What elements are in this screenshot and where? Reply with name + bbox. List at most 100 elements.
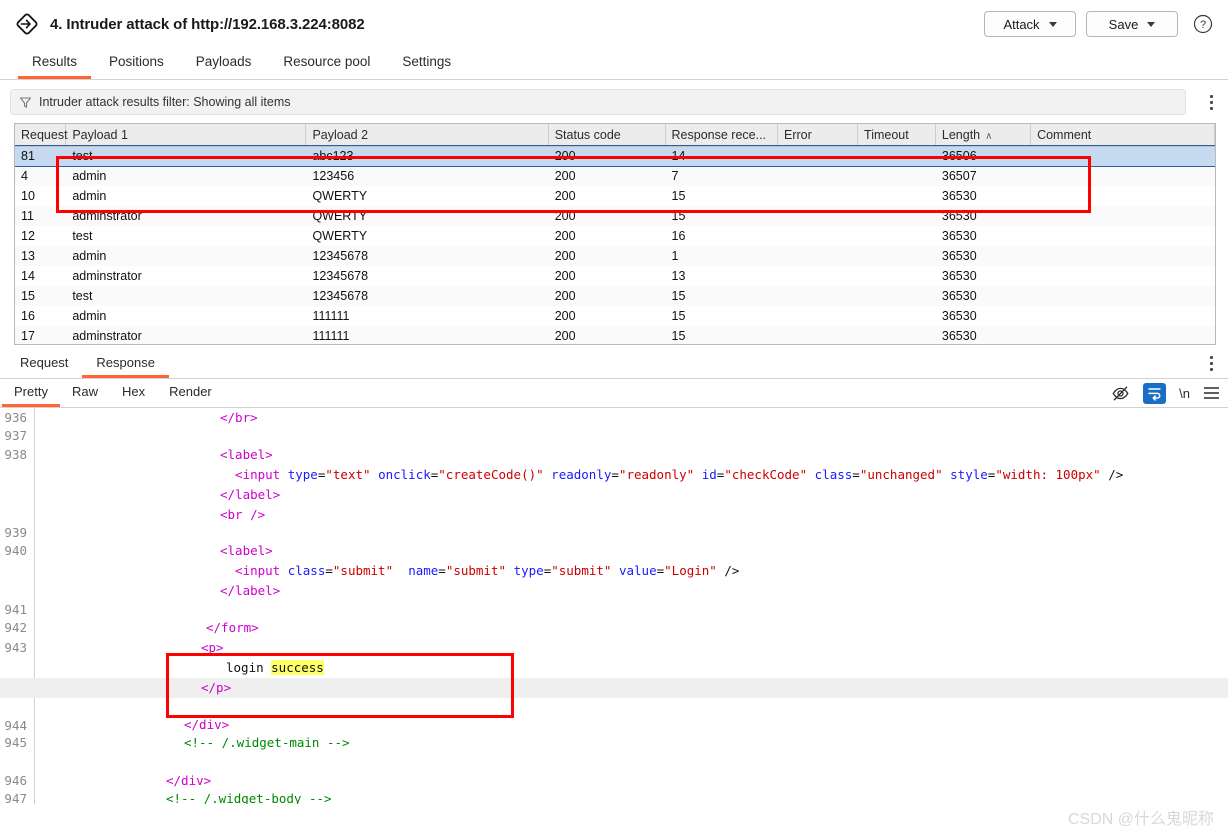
response-code-viewer[interactable]: 936 937 938 939 940 941 942 943 944 945 946 947 </b… [0, 408, 1228, 804]
line-number: 939 [4, 525, 27, 540]
cell-timeout [857, 246, 936, 266]
cell-payload-1: admin [65, 306, 306, 326]
line-number: 947 [4, 791, 27, 804]
table-row[interactable]: 16 admin 111111 200 15 36530 [15, 306, 1215, 326]
tab-request[interactable]: Request [6, 355, 82, 378]
column-header-status-code[interactable]: Status code [548, 124, 666, 147]
cell-comment [1030, 146, 1215, 166]
table-row[interactable]: 4 admin 123456 200 7 36507 [15, 166, 1215, 186]
cell-timeout [857, 186, 936, 206]
cell-length: 36506 [935, 146, 1031, 166]
cell-payload-1: test [65, 146, 306, 166]
cell-comment [1030, 306, 1215, 326]
line-number: 937 [4, 428, 27, 443]
tab-payloads[interactable]: Payloads [182, 54, 266, 79]
message-options-kebab-menu-icon[interactable] [1200, 350, 1222, 376]
line-number: 936 [4, 410, 27, 425]
tab-settings[interactable]: Settings [388, 54, 465, 79]
code-line-943-c: </p> [201, 680, 232, 695]
cell-request: 13 [15, 246, 66, 266]
column-header-response-received[interactable]: Response rece... [665, 124, 779, 147]
cell-payload-2: QWERTY [305, 186, 549, 206]
cell-request: 15 [15, 286, 66, 306]
cell-payload-1: test [65, 286, 306, 306]
cell-request: 11 [15, 206, 66, 226]
cell-length: 36507 [935, 166, 1031, 186]
cell-length: 36530 [935, 266, 1031, 286]
cell-payload-1: admin [65, 166, 306, 186]
cell-length: 36530 [935, 206, 1031, 226]
table-row[interactable]: 81 test abc123 200 14 36506 [15, 145, 1215, 167]
cell-timeout [857, 286, 936, 306]
line-number: 943 [4, 640, 27, 655]
tab-resource-pool[interactable]: Resource pool [269, 54, 384, 79]
tab-results[interactable]: Results [18, 54, 92, 79]
attack-button[interactable]: Attack [984, 11, 1076, 37]
code-content-area[interactable]: </br> <label> <input type="text" onclick… [0, 408, 1228, 804]
tab-render[interactable]: Render [157, 384, 224, 407]
code-line-940-b: <input class="submit" name="submit" type… [220, 563, 740, 578]
cell-payload-1: adminstrator [65, 206, 306, 226]
cell-response-received: 13 [665, 266, 778, 286]
column-header-comment[interactable]: Comment [1030, 124, 1215, 147]
cell-error [777, 246, 858, 266]
cell-request: 16 [15, 306, 66, 326]
column-header-timeout[interactable]: Timeout [857, 124, 936, 147]
newline-icon[interactable]: \n [1179, 382, 1190, 404]
cell-request: 81 [15, 146, 66, 166]
cell-status-code: 200 [548, 206, 666, 226]
column-header-payload-2[interactable]: Payload 2 [305, 124, 549, 147]
table-row[interactable]: 15 test 12345678 200 15 36530 [15, 286, 1215, 306]
code-line-947-a: </div> [166, 773, 212, 788]
table-row[interactable]: 14 adminstrator 12345678 200 13 36530 [15, 266, 1215, 286]
code-line-938-a: <label> [220, 447, 273, 462]
main-tab-bar: Results Positions Payloads Resource pool… [0, 48, 1228, 80]
sort-ascending-icon: ∧ [985, 130, 993, 142]
table-row[interactable]: 11 adminstrator QWERTY 200 15 36530 [15, 206, 1215, 226]
message-tab-bar: Request Response [0, 351, 1228, 379]
cell-length: 36530 [935, 246, 1031, 266]
cell-response-received: 15 [665, 306, 778, 326]
tab-positions[interactable]: Positions [95, 54, 178, 79]
code-line-943-b: login success [226, 660, 324, 675]
help-circle-icon[interactable]: ? [1192, 13, 1214, 35]
burp-suite-logo-icon [12, 9, 42, 39]
view-mode-bar: Pretty Raw Hex Render \n [0, 379, 1228, 408]
column-header-length-label: Length [941, 127, 981, 142]
filter-funnel-icon [19, 96, 32, 109]
code-line-940-c: </label> [220, 583, 281, 598]
cell-response-received: 7 [665, 166, 778, 186]
table-row[interactable]: 17 adminstrator 111111 200 15 36530 [15, 326, 1215, 344]
cell-status-code: 200 [548, 166, 666, 186]
cell-error [777, 226, 858, 246]
column-header-request[interactable]: Request [15, 124, 68, 147]
search-match-highlight: success [271, 660, 324, 675]
cell-error [777, 286, 858, 306]
table-row[interactable]: 13 admin 12345678 200 1 36530 [15, 246, 1215, 266]
tab-response[interactable]: Response [82, 355, 169, 378]
cell-response-received: 15 [665, 326, 778, 344]
word-wrap-icon[interactable] [1143, 382, 1167, 404]
code-line-936: </br> [220, 410, 258, 425]
table-row[interactable]: 10 admin QWERTY 200 15 36530 [15, 186, 1215, 206]
results-filter-bar[interactable]: Intruder attack results filter: Showing … [10, 89, 1186, 115]
cell-length: 36530 [935, 286, 1031, 306]
cell-status-code: 200 [548, 146, 666, 166]
results-options-kebab-menu-icon[interactable] [1200, 89, 1222, 115]
column-header-payload-1[interactable]: Payload 1 [65, 124, 307, 147]
cell-response-received: 15 [665, 286, 778, 306]
cell-payload-1: admin [65, 246, 306, 266]
column-header-error[interactable]: Error [777, 124, 859, 147]
save-button[interactable]: Save [1086, 11, 1178, 37]
eye-off-icon[interactable] [1111, 382, 1130, 404]
column-header-length[interactable]: Length ∧ [935, 124, 1032, 147]
tab-hex[interactable]: Hex [110, 384, 157, 407]
cell-error [777, 186, 858, 206]
hamburger-menu-icon[interactable] [1203, 382, 1220, 404]
tab-raw[interactable]: Raw [60, 384, 110, 407]
table-row[interactable]: 12 test QWERTY 200 16 36530 [15, 226, 1215, 246]
cell-timeout [857, 206, 936, 226]
line-number: 945 [4, 735, 27, 750]
tab-pretty[interactable]: Pretty [2, 384, 60, 407]
results-table-container[interactable]: Request Payload 1 Payload 2 Status code … [14, 123, 1216, 345]
